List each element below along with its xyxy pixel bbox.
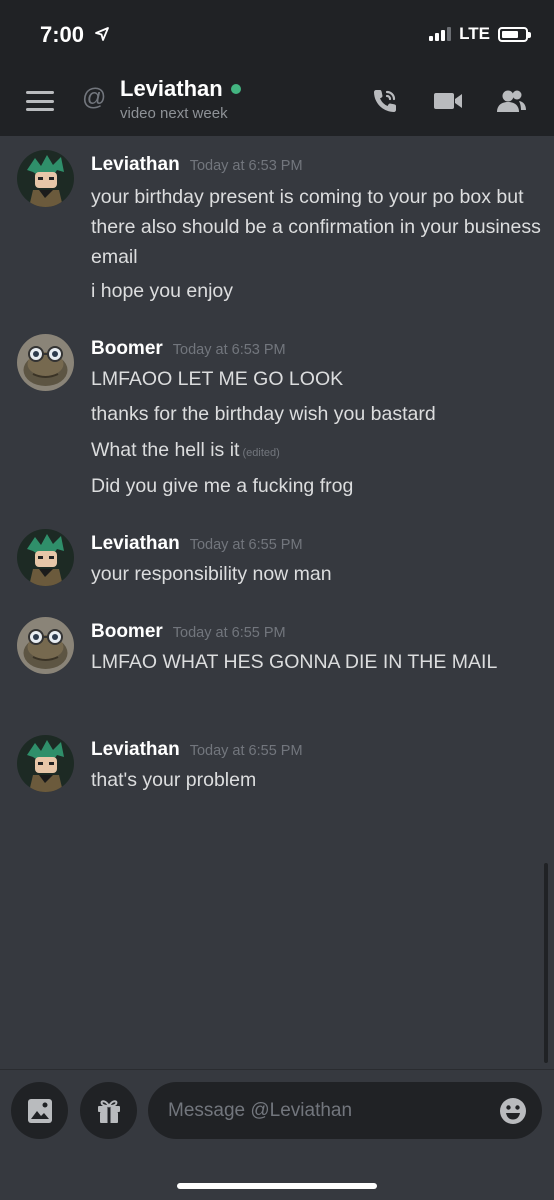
message-text: i hope you enjoy bbox=[91, 280, 234, 302]
message-input-box[interactable] bbox=[148, 1082, 542, 1139]
message-composer bbox=[0, 1070, 554, 1200]
avatar[interactable] bbox=[17, 617, 74, 674]
message-text: LMFAO WHAT HES GONNA DIE IN THE MAIL bbox=[91, 651, 498, 673]
image-upload-button[interactable] bbox=[11, 1082, 68, 1139]
channel-name[interactable]: Leviathan bbox=[120, 76, 223, 102]
avatar[interactable] bbox=[17, 150, 74, 207]
message-author[interactable]: Leviathan Today at 6:55 PM bbox=[91, 739, 303, 761]
signal-icon bbox=[429, 27, 453, 41]
video-call-icon bbox=[434, 93, 462, 109]
avatar-leviathan-icon bbox=[17, 150, 74, 207]
voice-call-icon bbox=[374, 90, 396, 112]
message-text: LMFAOO LET ME GO LOOK bbox=[91, 368, 344, 390]
gift-icon bbox=[97, 1099, 120, 1123]
message-author[interactable]: Leviathan Today at 6:55 PM bbox=[91, 533, 303, 555]
voice-call-button[interactable] bbox=[368, 84, 402, 118]
message-timestamp: Today at 6:55 PM bbox=[189, 537, 303, 553]
status-indicators: LTE bbox=[429, 24, 531, 44]
edited-label: (edited) bbox=[242, 447, 280, 459]
members-button[interactable] bbox=[494, 84, 528, 118]
message-text: What the hell is it (edited) bbox=[91, 439, 280, 461]
message-author[interactable]: Boomer Today at 6:55 PM bbox=[91, 621, 286, 643]
message-author[interactable]: Boomer Today at 6:53 PM bbox=[91, 338, 286, 360]
message-text: Did you give me a fucking frog bbox=[91, 475, 354, 497]
at-icon: @ bbox=[82, 84, 107, 111]
message-timestamp: Today at 6:53 PM bbox=[189, 158, 303, 174]
network-label: LTE bbox=[459, 24, 490, 43]
message-text: your responsibility now man bbox=[91, 563, 332, 585]
discord-dm-screen: 7:00 LTE @ Leviathan video next week Lev… bbox=[0, 0, 554, 1200]
avatar[interactable] bbox=[17, 334, 74, 391]
message-text: thanks for the birthday wish you bastard bbox=[91, 403, 436, 425]
status-bar: 7:00 LTE bbox=[0, 0, 554, 66]
avatar-leviathan-icon bbox=[17, 529, 74, 586]
home-indicator[interactable] bbox=[177, 1183, 377, 1189]
message-timestamp: Today at 6:55 PM bbox=[189, 743, 303, 759]
message-timestamp: Today at 6:53 PM bbox=[172, 342, 286, 358]
emoji-icon[interactable] bbox=[498, 1096, 528, 1126]
avatar[interactable] bbox=[17, 529, 74, 586]
avatar[interactable] bbox=[17, 735, 74, 792]
channel-header: @ Leviathan video next week bbox=[0, 66, 554, 136]
status-time: 7:00 bbox=[40, 22, 85, 47]
message-input[interactable] bbox=[168, 1082, 488, 1139]
channel-title-row[interactable]: Leviathan bbox=[120, 76, 241, 102]
gift-button[interactable] bbox=[80, 1082, 137, 1139]
scrollbar[interactable] bbox=[544, 863, 548, 1063]
location-arrow-icon bbox=[95, 27, 109, 41]
avatar-leviathan-icon bbox=[17, 735, 74, 792]
avatar-boomer-icon bbox=[17, 617, 74, 674]
message-timestamp: Today at 6:55 PM bbox=[172, 625, 286, 641]
members-icon bbox=[497, 90, 526, 112]
avatar-boomer-icon bbox=[17, 334, 74, 391]
message-author[interactable]: Leviathan Today at 6:53 PM bbox=[91, 154, 303, 176]
message-text: that's your problem bbox=[91, 769, 257, 791]
video-call-button[interactable] bbox=[431, 84, 465, 118]
menu-icon[interactable] bbox=[26, 91, 54, 111]
message-list[interactable]: Leviathan Today at 6:53 PM your birthday … bbox=[0, 136, 554, 1070]
message-text: your birthday present is coming to your … bbox=[91, 186, 541, 268]
channel-topic: video next week bbox=[120, 105, 228, 122]
image-upload-icon bbox=[27, 1098, 52, 1123]
battery-icon bbox=[498, 26, 531, 42]
online-status-icon bbox=[230, 84, 241, 94]
